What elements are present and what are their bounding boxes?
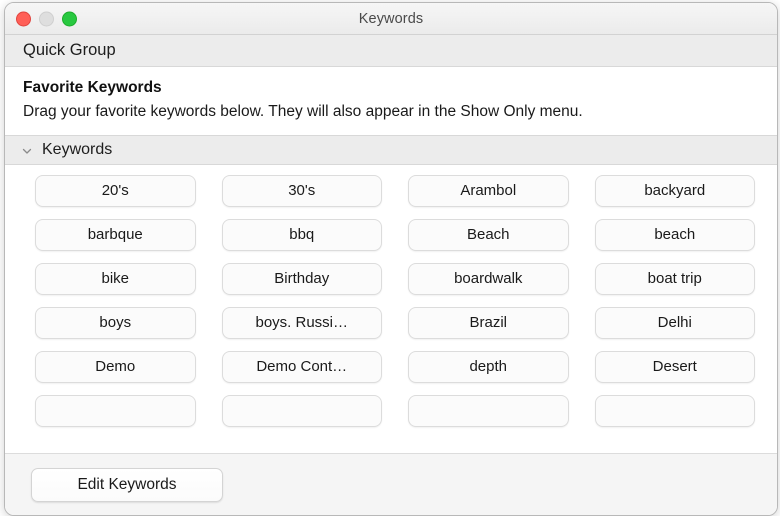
keyword-pill[interactable]: [408, 395, 569, 427]
keywords-section-header[interactable]: Keywords: [5, 135, 777, 165]
keywords-window: Keywords Quick Group Favorite Keywords D…: [4, 2, 778, 516]
keyword-pill[interactable]: 30's: [222, 175, 383, 207]
keyword-pill[interactable]: depth: [408, 351, 569, 383]
keyword-pill[interactable]: boardwalk: [408, 263, 569, 295]
keyword-pill[interactable]: bbq: [222, 219, 383, 251]
keyword-pill[interactable]: Delhi: [595, 307, 756, 339]
keyword-pill[interactable]: Beach: [408, 219, 569, 251]
keyword-pill[interactable]: [595, 395, 756, 427]
keyword-pill[interactable]: Brazil: [408, 307, 569, 339]
quick-group-header: Quick Group: [5, 35, 777, 67]
keywords-grid: 20's 30's Arambol backyard barbque bbq Beachbe…: [5, 165, 777, 427]
keywords-scroll-area[interactable]: 20's 30's Arambol backyard barbque bbq Beachbe…: [5, 165, 777, 453]
window-titlebar: Keywords: [5, 3, 777, 35]
close-button-icon[interactable]: [16, 11, 31, 26]
keyword-pill[interactable]: [222, 395, 383, 427]
keyword-pill[interactable]: Demo: [35, 351, 196, 383]
keyword-pill[interactable]: [35, 395, 196, 427]
edit-keywords-button[interactable]: Edit Keywords: [31, 468, 223, 502]
keyword-pill[interactable]: barbque: [35, 219, 196, 251]
quick-group-label: Quick Group: [23, 41, 116, 60]
keyword-pill[interactable]: Birthday: [222, 263, 383, 295]
keyword-pill[interactable]: Demo Cont…: [222, 351, 383, 383]
traffic-light-group: [16, 11, 77, 26]
chevron-down-icon[interactable]: [21, 144, 33, 156]
window-footer: Edit Keywords: [5, 453, 777, 515]
keyword-pill[interactable]: beach: [595, 219, 756, 251]
favorite-keywords-block: Favorite Keywords Drag your favorite key…: [5, 67, 777, 135]
keyword-pill[interactable]: backyard: [595, 175, 756, 207]
keyword-pill[interactable]: Arambol: [408, 175, 569, 207]
keyword-pill[interactable]: boat trip: [595, 263, 756, 295]
zoom-button-icon[interactable]: [62, 11, 77, 26]
favorite-keywords-title: Favorite Keywords: [23, 78, 755, 99]
keyword-pill[interactable]: Desert: [595, 351, 756, 383]
keyword-pill[interactable]: boys. Russi…: [222, 307, 383, 339]
keywords-section-title: Keywords: [42, 141, 112, 159]
favorite-keywords-description: Drag your favorite keywords below. They …: [23, 101, 713, 123]
keyword-pill[interactable]: 20's: [35, 175, 196, 207]
keyword-pill[interactable]: bike: [35, 263, 196, 295]
keyword-pill[interactable]: boys: [35, 307, 196, 339]
minimize-button-icon[interactable]: [39, 11, 54, 26]
window-title: Keywords: [5, 11, 777, 27]
